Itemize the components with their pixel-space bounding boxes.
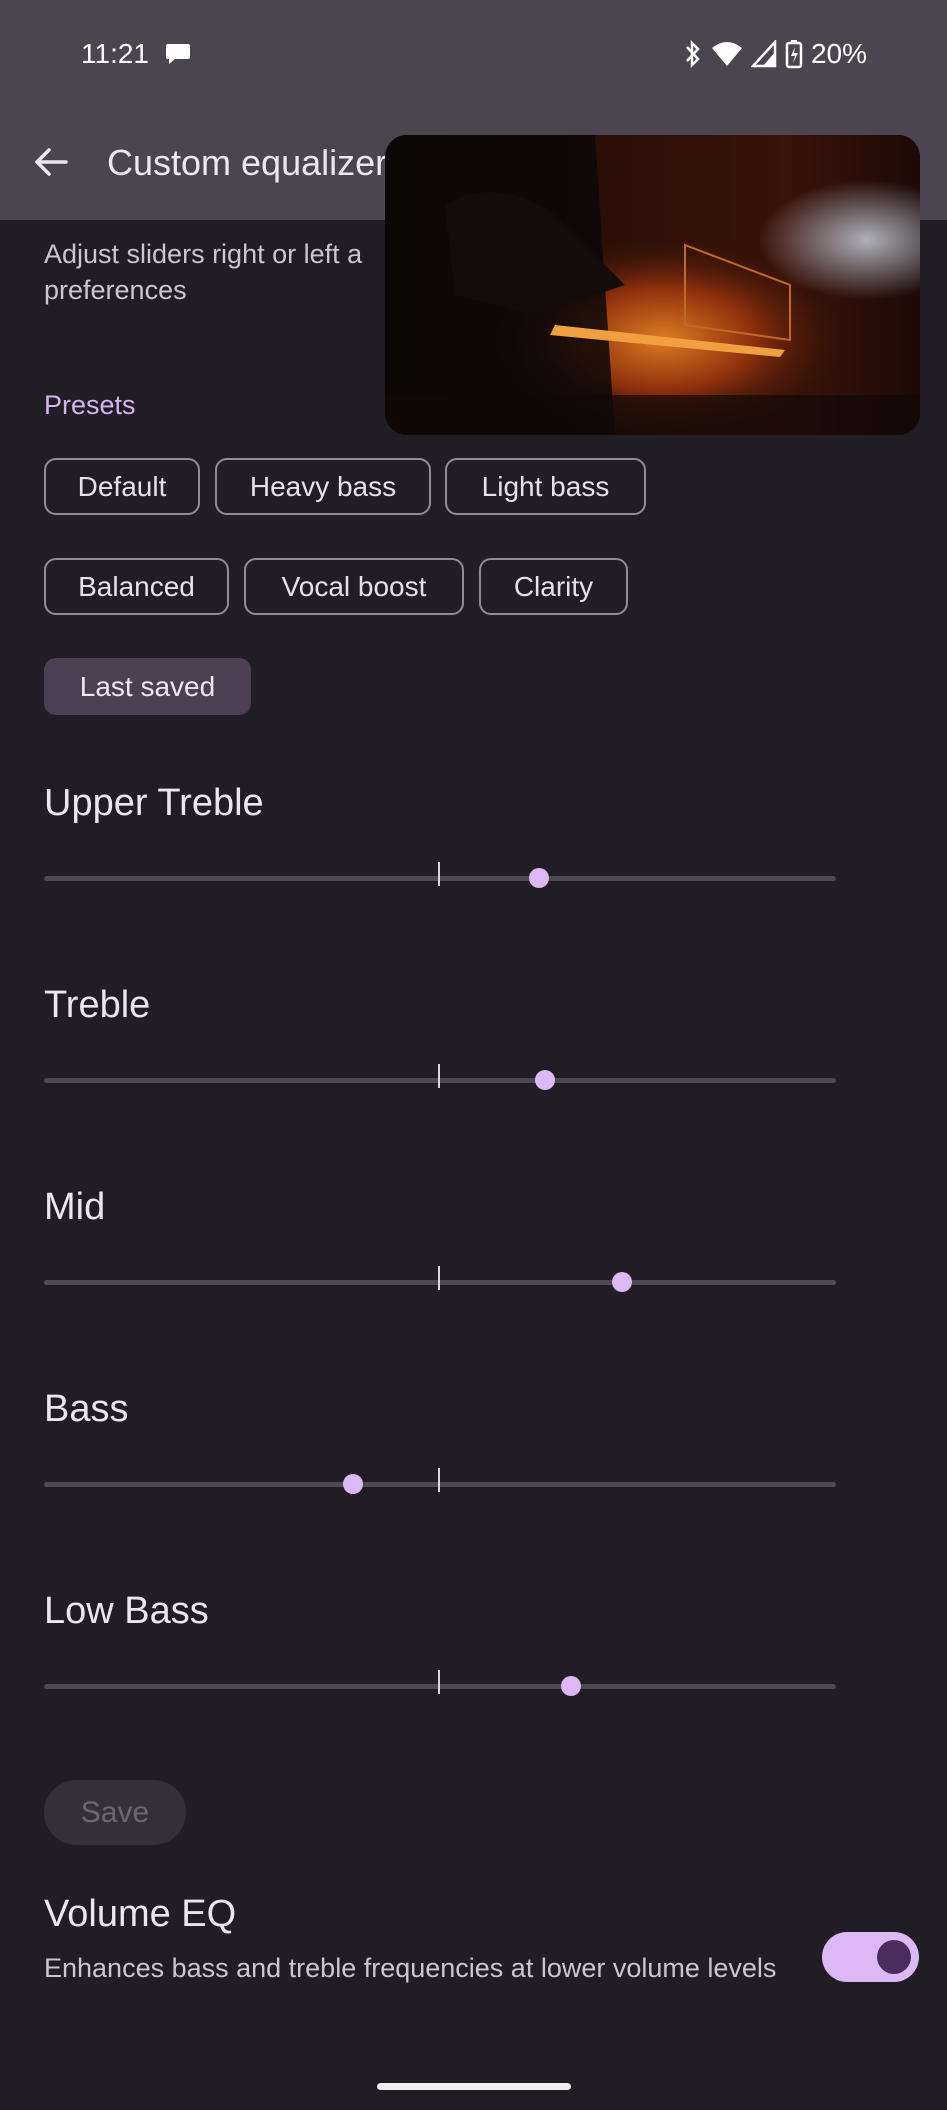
chat-bubble-icon (166, 44, 190, 64)
back-arrow-icon[interactable] (32, 143, 70, 181)
slider-thumb[interactable] (529, 868, 549, 888)
slider-center-mark (438, 862, 440, 886)
wifi-icon (711, 42, 742, 66)
preset-chip-default[interactable]: Default (44, 458, 200, 515)
preset-chip-balanced[interactable]: Balanced (44, 558, 229, 615)
band-label-treble: Treble (44, 984, 151, 1026)
slider-bass[interactable] (44, 1464, 836, 1504)
battery-percent: 20% (810, 38, 867, 69)
slider-upper-treble[interactable] (44, 858, 836, 898)
cellular-signal-icon (750, 40, 777, 68)
slider-thumb[interactable] (560, 1676, 581, 1696)
preset-chip-clarity[interactable]: Clarity (479, 558, 628, 615)
band-label-low-bass: Low Bass (44, 1590, 209, 1632)
slider-mid[interactable] (44, 1262, 836, 1302)
slider-track (44, 1684, 836, 1689)
status-indicators: 20% (683, 38, 867, 70)
slider-track (44, 876, 836, 881)
bluetooth-icon (686, 39, 700, 69)
preset-chip-heavy-bass[interactable]: Heavy bass (215, 458, 431, 515)
volume-eq-description: Enhances bass and treble frequencies at … (44, 1953, 777, 1983)
presets-heading: Presets (44, 390, 136, 420)
slider-thumb[interactable] (535, 1070, 556, 1090)
band-label-upper-treble: Upper Treble (44, 782, 264, 824)
slider-center-mark (438, 1064, 440, 1088)
slider-center-mark (438, 1670, 440, 1694)
home-indicator[interactable] (377, 2083, 571, 2090)
band-label-bass: Bass (44, 1388, 129, 1430)
slider-center-mark (438, 1266, 440, 1290)
save-button[interactable]: Save (44, 1780, 186, 1845)
video-frame (385, 135, 920, 435)
volume-eq-title: Volume EQ (44, 1893, 237, 1935)
band-label-mid: Mid (44, 1186, 106, 1228)
slider-track (44, 1078, 836, 1083)
slider-track (44, 1482, 836, 1487)
slider-treble[interactable] (44, 1060, 836, 1100)
slider-center-mark (438, 1468, 440, 1492)
page-title: Custom equalizer (107, 142, 388, 183)
status-time: 11:21 (81, 38, 149, 69)
slider-low-bass[interactable] (44, 1666, 836, 1706)
battery-icon (785, 40, 803, 69)
slider-thumb[interactable] (342, 1474, 363, 1494)
volume-eq-toggle[interactable] (822, 1932, 919, 1982)
page-description: Adjust sliders right or left a preferenc… (44, 239, 363, 305)
preset-chip-light-bass[interactable]: Light bass (445, 458, 646, 515)
slider-thumb[interactable] (612, 1272, 633, 1292)
preset-chip-last-saved[interactable]: Last saved (44, 658, 251, 715)
preset-chip-vocal-boost[interactable]: Vocal boost (244, 558, 464, 615)
pip-video[interactable] (385, 135, 920, 435)
toggle-knob (877, 1940, 911, 1974)
slider-track (44, 1280, 836, 1285)
